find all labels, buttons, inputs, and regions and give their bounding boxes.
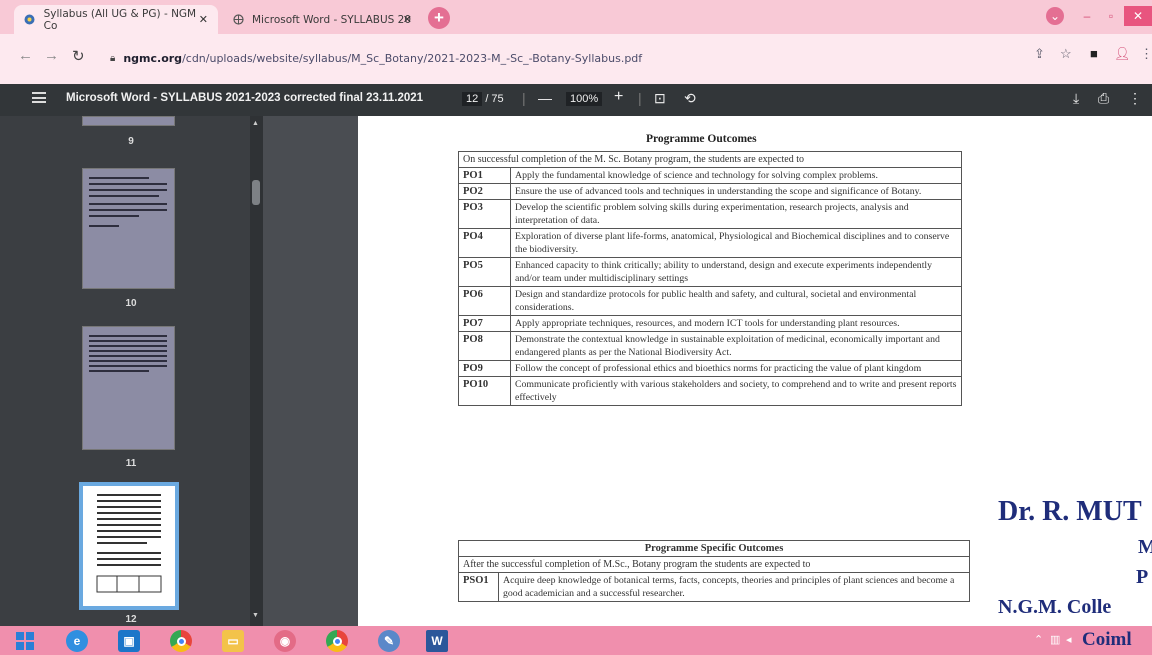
tab-label: Syllabus (All UG & PG) - NGM Co — [43, 7, 197, 32]
table-row: PO3 Develop the scientific problem solvin… — [458, 199, 962, 229]
thumbnail-label: 10 — [125, 298, 137, 309]
url-field[interactable]: 🔒︎ ngmc.org/cdn/uploads/website/syllabus… — [110, 46, 1000, 70]
po-heading: Programme Outcomes — [646, 133, 757, 145]
site-favicon-icon — [24, 14, 36, 26]
reload-icon[interactable]: ↻ — [72, 47, 85, 65]
overlay-city: Coiml — [1082, 629, 1132, 650]
thumbnail-label: 12 — [125, 614, 137, 625]
fit-page-icon[interactable]: ⊡ — [654, 90, 666, 107]
po-intro: On successful completion of the M. Sc. B… — [458, 151, 962, 168]
sidepanel-icon[interactable]: ■ — [1090, 46, 1098, 61]
scroll-down-icon[interactable]: ▼ — [252, 612, 259, 619]
table-row: PSO1 Acquire deep knowledge of botanical … — [458, 572, 970, 602]
store-icon[interactable]: ▣ — [118, 630, 140, 652]
overlay-text: M — [1138, 536, 1152, 558]
pdf-toolbar: Microsoft Word - SYLLABUS 2021-2023 corr… — [0, 84, 1152, 116]
zoom-out-button[interactable]: — — [538, 90, 552, 106]
table-row: PO6 Design and standardize protocols for … — [458, 286, 962, 316]
overlay-name: Dr. R. MUT — [998, 496, 1142, 527]
lock-icon: 🔒︎ — [110, 52, 116, 64]
table-row: PO5 Enhanced capacity to think critically… — [458, 257, 962, 287]
back-arrow-icon[interactable]: ← — [18, 47, 33, 64]
media-player-icon[interactable]: ◉ — [274, 630, 296, 652]
page-indicator: 12 / 75 — [462, 92, 504, 106]
table-row: PO1 Apply the fundamental knowledge of sc… — [458, 167, 962, 184]
close-window-icon[interactable]: ✕ — [1124, 6, 1152, 26]
file-explorer-icon[interactable]: ▭ — [222, 630, 244, 652]
zoom-in-button[interactable]: + — [614, 88, 623, 106]
sidebar-scroll-thumb[interactable] — [252, 180, 260, 205]
table-row: PO7 Apply appropriate techniques, resourc… — [458, 315, 962, 332]
windows-start-icon[interactable] — [14, 630, 36, 652]
internet-explorer-icon[interactable]: e — [66, 630, 88, 652]
print-icon[interactable]: ⎙ — [1098, 90, 1109, 107]
address-bar-row: ← → ↻ 🔒︎ ngmc.org/cdn/uploads/website/sy… — [0, 34, 1152, 84]
thumbnail-page-9[interactable] — [82, 116, 175, 126]
zoom-input[interactable]: 100% — [566, 92, 603, 106]
profile-icon[interactable]: 👤︎ — [1114, 46, 1131, 62]
page-total: / 75 — [485, 93, 504, 105]
new-tab-button[interactable]: + — [428, 7, 450, 29]
tab-strip: Syllabus (All UG & PG) - NGM Co ✕ Micros… — [0, 0, 1152, 34]
sidebar-menu-icon[interactable] — [32, 92, 46, 103]
chrome-profile-icon[interactable] — [326, 630, 348, 652]
toolbar-divider: | — [522, 90, 526, 106]
scroll-up-icon[interactable]: ▲ — [252, 120, 259, 127]
tray-chevron-icon[interactable]: ⌃ — [1034, 633, 1043, 646]
page-number-input[interactable]: 12 — [462, 92, 483, 106]
overlapping-window — [1051, 116, 1152, 626]
paint-icon[interactable]: ✎ — [378, 630, 400, 652]
more-options-icon[interactable]: ⋮ — [1128, 90, 1142, 107]
table-row: PO10 Communicate proficiently with variou… — [458, 376, 962, 406]
minimize-icon[interactable]: – — [1076, 6, 1098, 26]
overlay-text: P — [1136, 566, 1149, 588]
url-path: /cdn/uploads/website/syllabus/M_Sc_Botan… — [182, 51, 643, 65]
thumbnail-preview — [96, 494, 162, 593]
windows-taskbar: e ▣ ▭ ◉ ✎ W ⌃ ▥ ◂ — [0, 626, 1152, 655]
download-icon[interactable]: ⤓ — [1073, 90, 1079, 107]
tab-microsoft-word[interactable]: Microsoft Word - SYLLABUS 20 ✕ — [222, 5, 422, 34]
thumbnail-page-10[interactable] — [82, 168, 175, 289]
url-host: ngmc.org — [123, 51, 183, 65]
thumbnail-label: 11 — [125, 458, 137, 469]
table-row: PO2 Ensure the use of advanced tools and … — [458, 183, 962, 200]
table-row: PO8 Demonstrate the contextual knowledge … — [458, 331, 962, 361]
network-icon[interactable]: ▥ — [1050, 633, 1060, 646]
word-icon[interactable]: W — [426, 630, 448, 652]
bookmark-star-icon[interactable]: ☆ — [1060, 46, 1072, 62]
tab-label: Microsoft Word - SYLLABUS 20 — [252, 13, 412, 26]
tab-close-icon[interactable]: ✕ — [403, 13, 412, 26]
pso-heading: Programme Specific Outcomes — [458, 540, 970, 557]
tab-close-icon[interactable]: ✕ — [199, 13, 208, 26]
browser-menu-icon[interactable]: ⋮ — [1140, 46, 1152, 62]
programme-specific-outcomes-table: Programme Specific Outcomes After the su… — [458, 540, 970, 602]
maximize-icon[interactable]: ▫ — [1100, 6, 1122, 26]
tab-syllabus[interactable]: Syllabus (All UG & PG) - NGM Co ✕ — [14, 5, 218, 34]
chrome-icon[interactable] — [170, 630, 192, 652]
rotate-icon[interactable]: ⟲ — [684, 90, 696, 107]
table-row: PO4 Exploration of diverse plant life-for… — [458, 228, 962, 258]
globe-icon — [232, 14, 244, 26]
tab-search-chevron-icon[interactable]: ⌄ — [1046, 7, 1064, 25]
forward-arrow-icon[interactable]: → — [44, 47, 59, 64]
volume-icon[interactable]: ◂ — [1066, 633, 1072, 646]
thumbnail-label: 9 — [128, 136, 134, 147]
share-icon[interactable]: ⇪ — [1034, 46, 1045, 62]
thumbnail-page-12-selected[interactable] — [79, 482, 179, 610]
pso-intro: After the successful completion of M.Sc.… — [458, 556, 970, 573]
overlay-college: N.G.M. Colle — [998, 596, 1112, 618]
table-row: PO9 Follow the concept of professional et… — [458, 360, 962, 377]
thumbnail-page-11[interactable] — [82, 326, 175, 450]
pdf-title: Microsoft Word - SYLLABUS 2021-2023 corr… — [66, 92, 424, 104]
toolbar-divider: | — [638, 90, 642, 106]
programme-outcomes-table: On successful completion of the M. Sc. B… — [458, 151, 962, 406]
